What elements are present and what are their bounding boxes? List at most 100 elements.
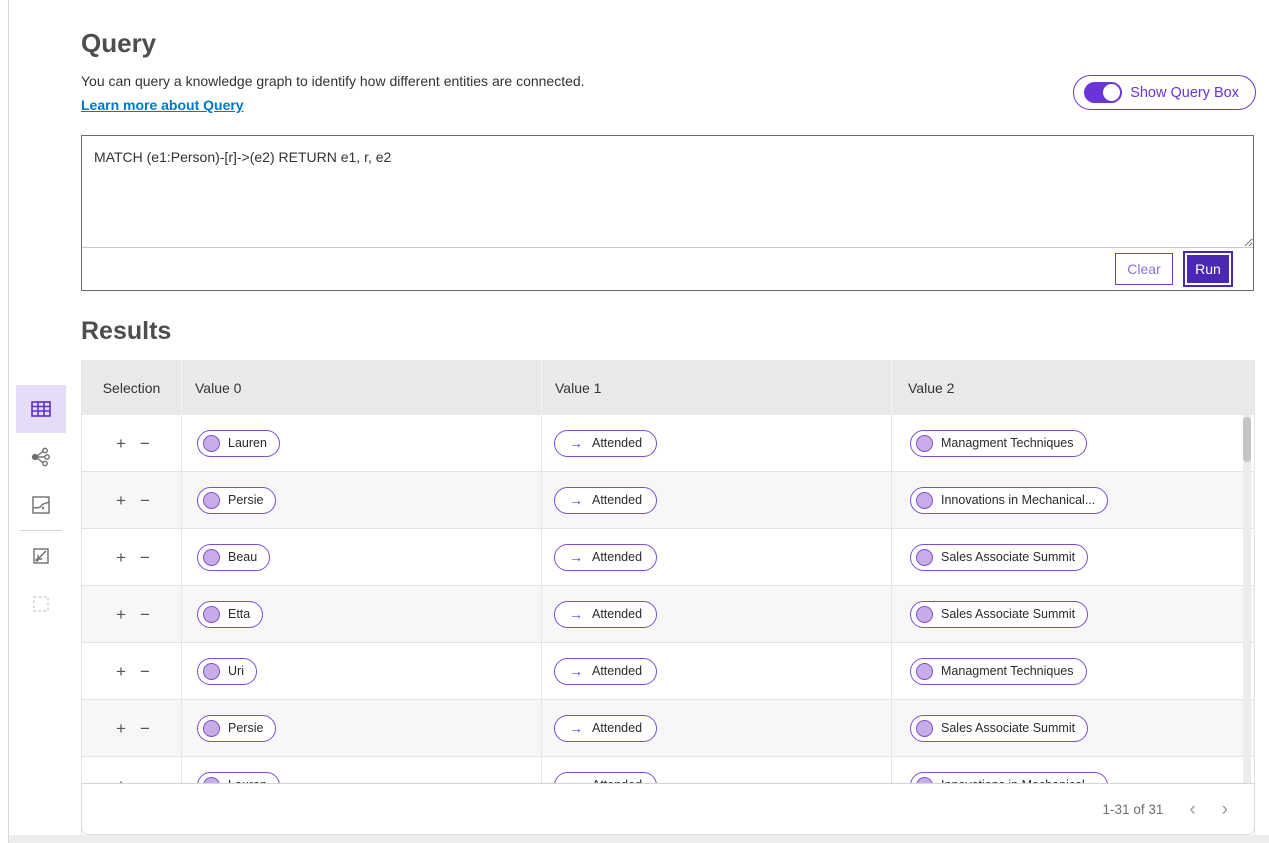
entity-pill[interactable]: Beau [197,543,271,571]
entity-label: Sales Associate Summit [941,607,1076,621]
entity-label: Managment Techniques [941,664,1074,678]
rail-divider [20,530,62,531]
add-to-selection-button[interactable]: + [116,492,126,509]
table-view-icon [30,398,52,420]
entity-pill[interactable]: Lauren [197,771,280,783]
column-header-value2: Value 2 [908,379,955,396]
remove-from-selection-button[interactable]: − [140,663,150,680]
relationship-arrow-icon: → [569,435,583,451]
entity-pill[interactable]: Sales Associate Summit [910,714,1089,742]
entity-node-icon [916,662,933,680]
relationship-pill[interactable]: → Attended [554,543,658,571]
relationship-pill[interactable]: → Attended [554,600,658,628]
add-to-map-icon [31,546,51,566]
pagination-prev-button[interactable]: ‹ [1189,800,1195,819]
entity-pill[interactable]: Lauren [197,429,280,457]
entity-pill[interactable]: Persie [197,714,277,742]
entity-label: Innovations in Mechanical... [941,778,1095,783]
table-row: + − Beau → Attended Sales Associate Summ… [82,529,1254,586]
relationship-pill[interactable]: → Attended [554,771,658,783]
view-switcher-rail [16,385,66,628]
run-button[interactable]: Run [1183,251,1233,287]
entity-node-icon [203,605,220,623]
entity-pill[interactable]: Etta [197,600,264,628]
relationship-label: Attended [592,607,643,621]
map-view-button[interactable] [16,481,66,529]
add-to-selection-button[interactable]: + [116,549,126,566]
entity-node-icon [203,776,220,783]
remove-from-selection-button[interactable]: − [140,492,150,509]
table-view-button[interactable] [16,385,66,433]
entity-pill[interactable]: Innovations in Mechanical... [910,486,1109,514]
table-scrollbar[interactable] [1243,415,1251,783]
pagination-next-button[interactable]: › [1222,800,1228,819]
entity-label: Lauren [228,436,267,450]
entity-pill[interactable]: Uri [197,657,257,685]
selection-tool-button[interactable] [16,580,66,628]
entity-pill[interactable]: Sales Associate Summit [910,600,1089,628]
entity-label: Sales Associate Summit [941,550,1076,564]
link-chart-icon [30,446,52,468]
remove-from-selection-button[interactable]: − [140,435,150,452]
query-input[interactable]: MATCH (e1:Person)-[r]->(e2) RETURN e1, r… [82,136,1253,248]
relationship-pill[interactable]: → Attended [554,429,658,457]
query-actions: Clear Run [82,248,1253,290]
show-query-box-toggle[interactable]: Show Query Box [1073,75,1256,110]
clear-button[interactable]: Clear [1115,253,1173,285]
table-row: + − Lauren → Attended Managment Techniqu… [82,415,1254,472]
add-to-selection-button[interactable]: + [116,777,126,784]
relationship-label: Attended [592,550,643,564]
add-to-map-button[interactable] [16,532,66,580]
entity-pill[interactable]: Sales Associate Summit [910,543,1089,571]
table-header-row: Selection Value 0 Value 1 Value 2 [82,360,1254,415]
column-header-value0: Value 0 [182,360,542,415]
remove-from-selection-button[interactable]: − [140,720,150,737]
link-chart-view-button[interactable] [16,433,66,481]
add-to-selection-button[interactable]: + [116,435,126,452]
remove-from-selection-button[interactable]: − [140,777,150,784]
entity-node-icon [916,434,933,452]
query-page: Query You can query a knowledge graph to… [0,0,1269,843]
entity-node-icon [203,548,220,566]
map-view-icon [31,495,51,515]
scrollbar-thumb[interactable] [1243,417,1251,462]
relationship-arrow-icon: → [569,720,583,736]
relationship-pill[interactable]: → Attended [554,657,658,685]
entity-label: Persie [228,493,264,507]
table-row: + − Persie → Attended Innovations in Mec… [82,472,1254,529]
entity-label: Persie [228,721,264,735]
learn-more-link[interactable]: Learn more about Query [81,97,244,113]
entity-pill[interactable]: Managment Techniques [910,429,1087,457]
panel-edge-divider [8,0,9,843]
remove-from-selection-button[interactable]: − [140,606,150,623]
entity-node-icon [916,605,933,623]
relationship-label: Attended [592,778,642,783]
relationship-arrow-icon: → [569,492,583,508]
page-title: Query [81,28,157,58]
add-to-selection-button[interactable]: + [116,606,126,623]
relationship-pill[interactable]: → Attended [554,714,658,742]
selection-tool-icon [31,594,51,614]
query-box: MATCH (e1:Person)-[r]->(e2) RETURN e1, r… [81,135,1254,291]
add-to-selection-button[interactable]: + [116,720,126,737]
relationship-label: Attended [592,721,643,735]
entity-label: Uri [228,664,244,678]
entity-node-icon [203,719,220,737]
entity-pill[interactable]: Managment Techniques [910,657,1087,685]
relationship-label: Attended [592,493,643,507]
toggle-switch-icon[interactable] [1084,82,1123,103]
relationship-arrow-icon: → [569,663,583,679]
entity-pill[interactable]: Persie [197,486,277,514]
entity-label: Etta [228,607,251,621]
entity-label: Beau [228,550,258,564]
entity-node-icon [916,776,933,783]
entity-node-icon [203,662,220,680]
remove-from-selection-button[interactable]: − [140,549,150,566]
entity-pill[interactable]: Innovations in Mechanical... [910,771,1109,783]
relationship-pill[interactable]: → Attended [554,486,658,514]
entity-label: Sales Associate Summit [941,721,1076,735]
entity-label: Managment Techniques [941,436,1074,450]
toggle-label: Show Query Box [1130,84,1239,101]
table-row: + − Persie → Attended Sales Associate Su… [82,700,1254,757]
add-to-selection-button[interactable]: + [116,663,126,680]
